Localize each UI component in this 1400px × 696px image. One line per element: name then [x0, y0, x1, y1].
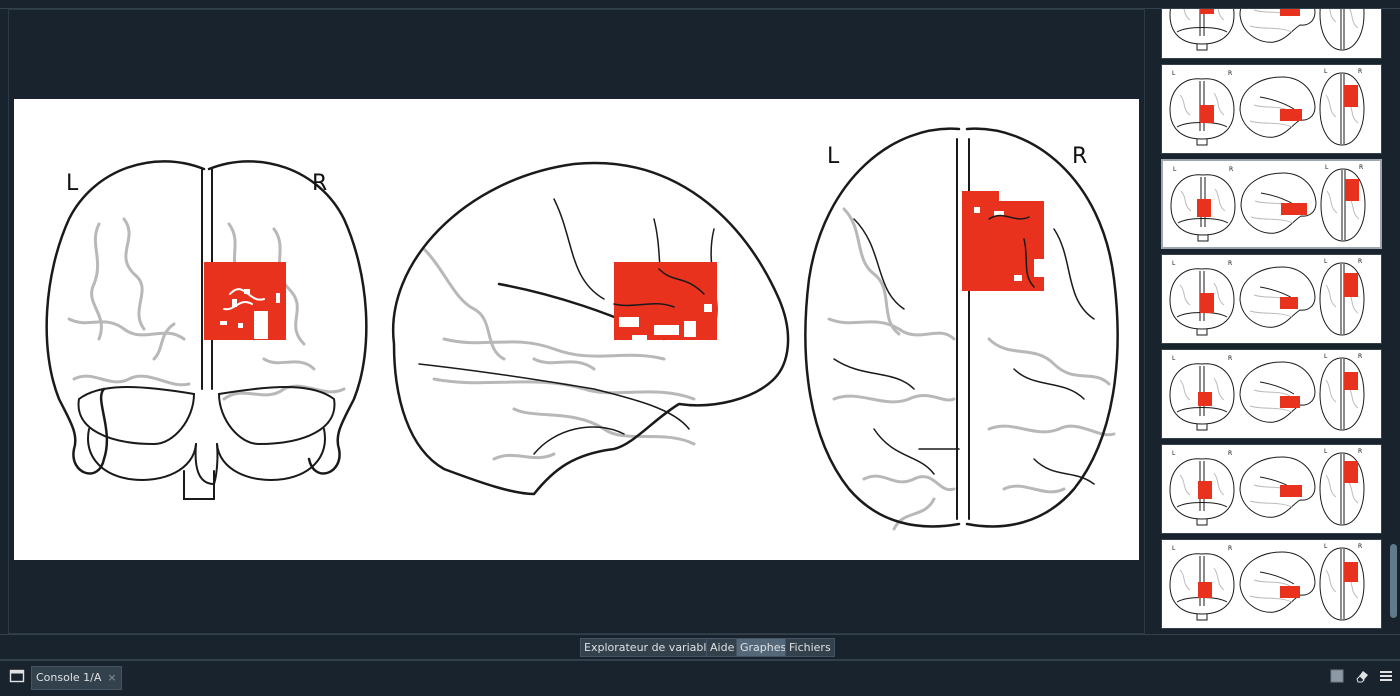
thumbnail-left-label: L [1172, 260, 1176, 267]
close-icon[interactable]: × [107, 671, 116, 684]
glass-brain-figure: L R L R [14, 99, 1139, 560]
coronal-view [45, 160, 368, 500]
thumbnail-axial-right-label: R [1358, 353, 1362, 360]
tab-files[interactable]: Fichiers [785, 638, 835, 657]
thumbnail-left-label: L [1172, 450, 1176, 457]
thumbnail-right-label: R [1228, 355, 1232, 362]
coronal-right-label: R [312, 171, 327, 196]
hamburger-menu-icon[interactable] [1378, 668, 1394, 684]
stop-square-icon[interactable] [1329, 668, 1345, 684]
plot-thumbnail[interactable]: LRLR [1161, 64, 1382, 154]
thumbnail-axial-left-label: L [1324, 68, 1328, 75]
thumbnail-left-label: L [1173, 166, 1177, 173]
thumbnails-pane: LRLRLRLRLRLRLRLRLRLRLRLRLRLR [1156, 9, 1388, 634]
pane-tabbar: Explorateur de variables Aide Graphes Fi… [0, 634, 1400, 659]
thumbnail-glass-brain: LRLR [1169, 353, 1365, 431]
thumbnail-glass-brain: LRLR [1169, 258, 1365, 336]
coronal-left-label: L [66, 171, 79, 196]
console-bar: Console 1/A × [0, 659, 1400, 696]
top-strip [0, 0, 1400, 9]
thumbnail-glass-brain: LRLR [1169, 68, 1365, 146]
tab-plots[interactable]: Graphes [736, 638, 791, 657]
plot-thumbnail[interactable]: LRLR [1161, 444, 1382, 534]
scrollbar-handle[interactable] [1390, 544, 1397, 618]
plot-thumbnail[interactable]: LRLR [1161, 9, 1382, 59]
thumbnail-right-label: R [1228, 260, 1232, 267]
plots-pane: L R L R L R L R L R L R L R L R L R L R … [0, 9, 1400, 634]
plot-thumbnail[interactable]: LRLR [1161, 254, 1382, 344]
thumbnail-axial-right-label: R [1358, 448, 1362, 455]
thumbnail-left-label: L [1172, 545, 1176, 552]
window-icon[interactable] [9, 668, 25, 684]
pane-splitter[interactable] [1146, 9, 1156, 634]
sagittal-view [391, 161, 790, 496]
glass-brain-svg: L R L R [45, 127, 1119, 531]
thumbnail-left-label: L [1172, 355, 1176, 362]
thumbnail-glass-brain: LRLR [1170, 164, 1366, 242]
eraser-icon[interactable] [1354, 668, 1370, 684]
coronal-activation [204, 262, 286, 340]
axial-left-label: L [827, 144, 840, 169]
axial-view [804, 127, 1119, 531]
thumbnail-axial-right-label: R [1358, 68, 1362, 75]
thumbnail-glass-brain: LRLR [1169, 9, 1365, 51]
console-tab-label: Console 1/A [36, 671, 102, 684]
axial-right-label: R [1072, 144, 1087, 169]
thumbnails-scrollbar[interactable] [1388, 9, 1400, 634]
plot-thumbnail[interactable]: LRLR [1161, 159, 1382, 249]
thumbnail-right-label: R [1228, 545, 1232, 552]
thumbnail-axial-left-label: L [1324, 543, 1328, 550]
thumbnail-right-label: R [1228, 450, 1232, 457]
thumbnail-glass-brain: LRLR [1169, 543, 1365, 621]
plot-thumbnail[interactable]: LRLR [1161, 349, 1382, 439]
axial-activation [962, 191, 1044, 291]
thumbnail-right-label: R [1229, 166, 1233, 173]
thumbnail-axial-right-label: R [1359, 164, 1363, 171]
thumbnail-axial-right-label: R [1358, 258, 1362, 265]
thumbnail-axial-left-label: L [1324, 258, 1328, 265]
thumbnail-right-label: R [1228, 70, 1232, 77]
thumbnail-axial-left-label: L [1324, 448, 1328, 455]
thumbnail-left-label: L [1172, 70, 1176, 77]
thumbnail-axial-left-label: L [1324, 353, 1328, 360]
tab-help[interactable]: Aide [706, 638, 739, 657]
thumbnail-axial-right-label: R [1358, 543, 1362, 550]
thumbnail-glass-brain: LRLR [1169, 448, 1365, 526]
thumbnail-axial-left-label: L [1325, 164, 1329, 171]
plot-thumbnail[interactable]: LRLR [1161, 539, 1382, 629]
console-tab[interactable]: Console 1/A × [31, 666, 122, 690]
tab-variable-explorer[interactable]: Explorateur de variables [580, 638, 723, 657]
